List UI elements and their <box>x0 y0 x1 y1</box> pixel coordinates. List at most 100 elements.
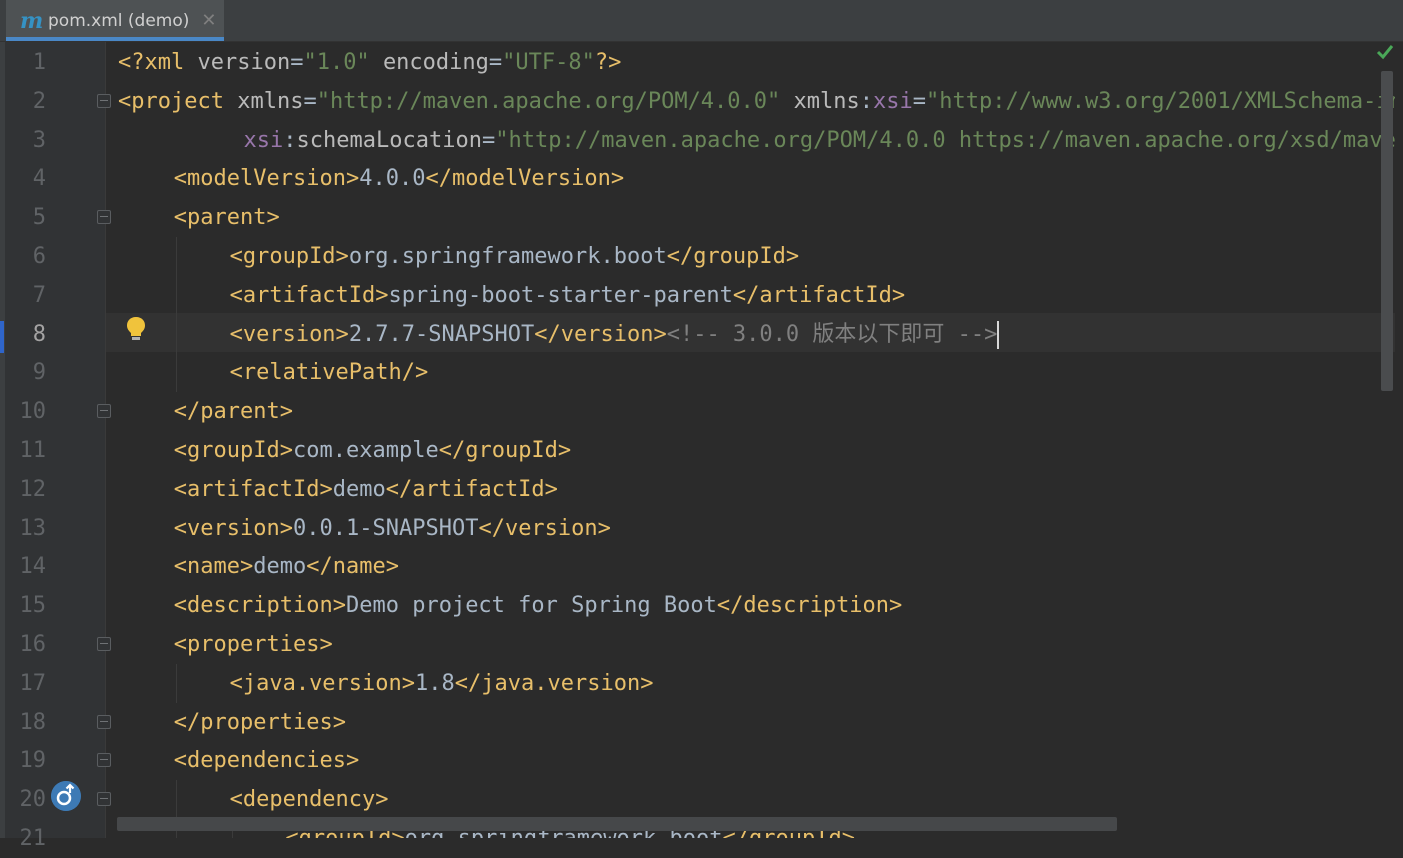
code-token: "http://maven.apache.org/POM/4.0.0 https… <box>495 127 1395 153</box>
code-token: = <box>912 88 927 114</box>
code-line: xsi:schemaLocation="http://maven.apache.… <box>244 121 1395 160</box>
code-token: </java.version> <box>454 670 654 696</box>
code-token: Demo project for Spring Boot <box>345 593 717 619</box>
maven-m-icon: m <box>20 7 44 34</box>
code-line: </parent> <box>174 392 293 431</box>
check-ok-icon[interactable] <box>1376 44 1394 60</box>
indent-guide <box>175 663 177 703</box>
line-number: 6 <box>32 244 46 269</box>
code-token: xmlns <box>237 88 304 114</box>
code-token: <relativePath/> <box>229 360 429 386</box>
code-line: <java.version>1.8</java.version> <box>230 664 654 703</box>
code-token: <version> <box>229 321 349 347</box>
line-number: 1 <box>32 50 46 75</box>
code-token: 0.0.1-SNAPSHOT <box>293 515 479 541</box>
code-token: "1.0" <box>303 50 370 75</box>
code-token: </artifactId> <box>732 282 906 308</box>
code-token: 2.7.7-SNAPSHOT <box>348 321 535 347</box>
line-number: 4 <box>32 166 46 192</box>
code-token: = <box>290 50 304 75</box>
line-number: 17 <box>19 670 47 696</box>
code-token: = <box>488 50 503 75</box>
code-token: = <box>303 88 317 114</box>
code-token: "http://maven.apache.org/POM/4.0.0" <box>316 88 781 114</box>
code-line: <dependencies> <box>174 741 359 780</box>
code-token: </version> <box>478 515 611 541</box>
code-token: </version> <box>534 321 667 347</box>
code-line: <properties> <box>174 625 333 664</box>
line-number: 20 <box>19 787 47 813</box>
line-number: 7 <box>32 282 46 308</box>
line-number: 13 <box>19 515 47 541</box>
code-token: xml <box>144 50 198 75</box>
line-number: 18 <box>19 709 47 735</box>
active-tab-indicator <box>6 37 224 41</box>
vertical-scrollbar[interactable] <box>1381 71 1393 391</box>
code-token: </description> <box>716 593 903 619</box>
code-editor[interactable]: <?xml version="1.0" encoding="UTF-8"?> <p… <box>106 42 1395 838</box>
tab-pom-xml[interactable]: m pom.xml (demo) ✕ <box>6 0 224 41</box>
line-number: 11 <box>19 438 47 463</box>
code-token: demo <box>332 476 386 502</box>
line-number: 15 <box>19 593 47 619</box>
code-token: xmlns <box>793 88 860 114</box>
line-number: 21 <box>19 826 47 851</box>
code-line: <description>Demo project for Spring Boo… <box>174 586 903 625</box>
line-number: 2 <box>32 88 46 114</box>
code-line: <groupId>com.example</groupId> <box>174 431 571 470</box>
line-number: 14 <box>19 554 47 580</box>
code-token: <parent> <box>173 205 280 231</box>
line-number: 5 <box>32 205 46 231</box>
code-token: 1.8 <box>415 670 455 696</box>
code-token: <dependencies> <box>173 748 360 774</box>
code-token: 4.0.0 <box>359 166 426 192</box>
code-token: = <box>481 127 496 153</box>
line-number: 3 <box>32 127 46 153</box>
code-token: </groupId> <box>438 438 572 463</box>
code-token: <modelVersion> <box>173 166 360 192</box>
lightbulb-icon[interactable] <box>125 316 147 342</box>
code-token: xsi <box>873 88 913 114</box>
code-token: encoding <box>382 50 489 75</box>
code-token: <!-- 3.0.0 版本以下即可 --> <box>666 321 998 347</box>
code-token: </artifactId> <box>385 476 558 502</box>
code-token: <description> <box>173 593 346 619</box>
code-token: <artifactId> <box>229 282 389 308</box>
code-token: </properties> <box>173 709 346 735</box>
code-line: <project xmlns="http://maven.apache.org/… <box>118 82 1395 121</box>
line-number-gutter[interactable]: 1 2 3 4 5 6 7 8 9 10 11 12 13 14 15 16 17 18 19 20 21 <box>5 42 111 851</box>
code-token: <project <box>118 88 238 114</box>
code-token: <java.version> <box>229 670 416 696</box>
code-token: demo <box>253 554 307 580</box>
code-line: </properties> <box>174 703 346 742</box>
code-token: xsi <box>243 127 284 153</box>
code-token: </modelVersion> <box>425 166 625 192</box>
line-number: 19 <box>19 748 47 774</box>
code-line: <relativePath/> <box>230 353 429 392</box>
code-token: <dependency> <box>229 787 389 813</box>
implementation-arrow-icon[interactable] <box>51 781 81 811</box>
code-line: <version>2.7.7-SNAPSHOT</version><!-- 3.… <box>230 315 1000 354</box>
line-number: 8 <box>32 321 46 347</box>
indent-guide <box>175 237 177 393</box>
code-token: : <box>859 88 874 114</box>
code-token: <groupId> <box>229 244 349 269</box>
horizontal-scrollbar[interactable] <box>117 817 1117 831</box>
tab-label: pom.xml (demo) <box>48 10 190 31</box>
code-line: <artifactId>demo</artifactId> <box>174 470 558 509</box>
code-token: <name> <box>173 554 254 580</box>
code-token: com.example <box>293 438 439 463</box>
code-line: <?xml version="1.0" encoding="UTF-8"?> <box>118 43 621 82</box>
code-token: version <box>197 50 291 75</box>
close-icon[interactable]: ✕ <box>201 10 216 31</box>
editor-tab-bar: m pom.xml (demo) ✕ <box>0 0 1403 42</box>
code-token: "UTF-8" <box>502 50 595 75</box>
line-number: 12 <box>19 476 47 502</box>
line-number: 16 <box>19 632 47 657</box>
code-line: <name>demo</name> <box>174 547 399 586</box>
code-token: spring-boot-starter-parent <box>388 282 733 308</box>
code-token: : <box>283 127 297 153</box>
line-number: 10 <box>19 399 47 425</box>
